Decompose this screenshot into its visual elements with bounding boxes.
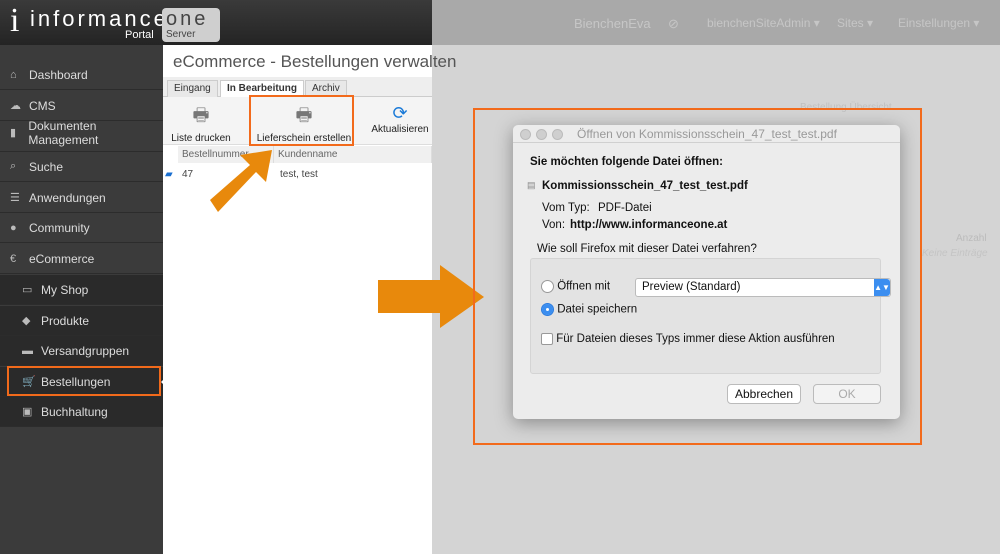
type-label: Vom Typ:	[542, 202, 590, 214]
minimize-button[interactable]	[536, 129, 547, 140]
from-label: Von:	[542, 219, 566, 231]
open-with-select[interactable]: Preview (Standard) ▲▼	[635, 278, 891, 297]
always-checkbox[interactable]: Für Dateien dieses Typs immer diese Akti…	[541, 333, 835, 345]
arrow-right	[378, 265, 484, 328]
open-with-radio[interactable]: Öffnen mit	[541, 280, 610, 293]
dialog-heading: Sie möchten folgende Datei öffnen:	[530, 156, 723, 168]
chevron-updown-icon: ▲▼	[874, 279, 890, 296]
cancel-button[interactable]: Abbrechen	[727, 384, 801, 404]
pdf-file-icon: ▤	[527, 180, 536, 190]
action-options: Öffnen mit Preview (Standard) ▲▼ Datei sp…	[530, 258, 891, 374]
dialog-title: Öffnen von Kommissionsschein_47_test_tes…	[577, 127, 837, 141]
file-open-dialog: Öffnen von Kommissionsschein_47_test_tes…	[513, 125, 900, 419]
type-value: PDF-Datei	[598, 202, 652, 214]
arrow-up-right	[210, 150, 272, 212]
close-button[interactable]	[520, 129, 531, 140]
ok-button[interactable]: OK	[813, 384, 881, 404]
zoom-button[interactable]	[552, 129, 563, 140]
save-file-radio[interactable]: Datei speichern	[541, 303, 637, 316]
question: Wie soll Firefox mit dieser Datei verfah…	[537, 243, 757, 255]
file-name: Kommissionsschein_47_test_test.pdf	[542, 180, 748, 192]
from-value: http://www.informanceone.at	[570, 219, 728, 231]
